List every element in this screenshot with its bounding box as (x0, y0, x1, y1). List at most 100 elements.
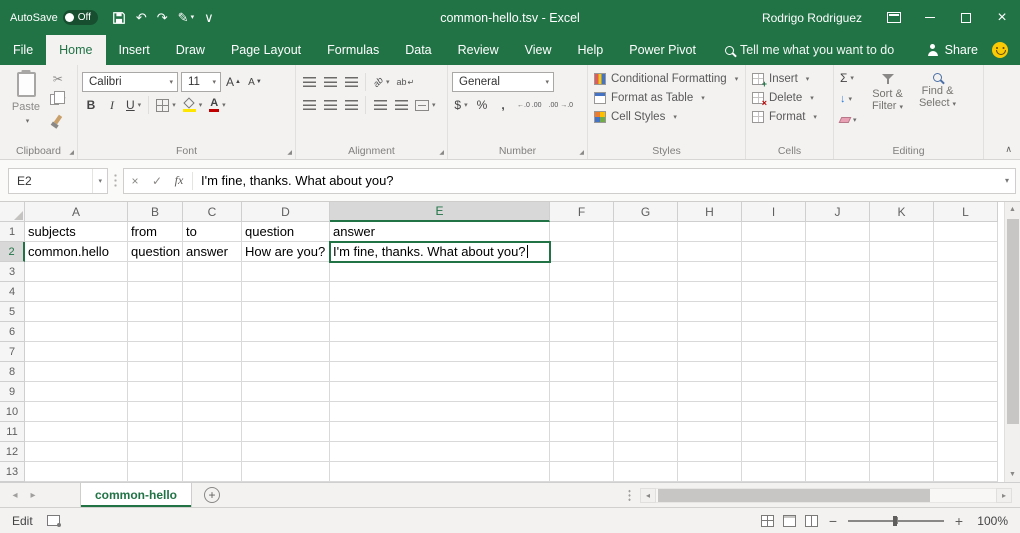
cell-F13[interactable] (550, 462, 614, 482)
autosum-button[interactable]: Σ (838, 69, 859, 86)
cell-I4[interactable] (742, 282, 806, 302)
cell-A9[interactable] (25, 382, 128, 402)
cell-K3[interactable] (870, 262, 934, 282)
autosave-toggle[interactable]: AutoSave Off (10, 10, 98, 25)
cell-I8[interactable] (742, 362, 806, 382)
maximize-button[interactable] (948, 0, 984, 35)
cell-F3[interactable] (550, 262, 614, 282)
cell-L12[interactable] (934, 442, 998, 462)
cell-D2[interactable]: How are you? (242, 242, 330, 262)
cell-D6[interactable] (242, 322, 330, 342)
customize-quick-access-button[interactable]: ∨ (204, 11, 214, 24)
row-header-13[interactable]: 13 (0, 462, 25, 482)
cell-C12[interactable] (183, 442, 242, 462)
italic-button[interactable]: I (103, 95, 121, 115)
cell-J12[interactable] (806, 442, 870, 462)
cell-H10[interactable] (678, 402, 742, 422)
cell-A11[interactable] (25, 422, 128, 442)
conditional-formatting-button[interactable]: Conditional Formatting (592, 69, 741, 88)
format-painter-button[interactable] (48, 111, 68, 127)
font-dialog-launcher[interactable]: ◢ (287, 150, 292, 156)
cell-C13[interactable] (183, 462, 242, 482)
tab-draw[interactable]: Draw (163, 35, 218, 65)
cell-B4[interactable] (128, 282, 183, 302)
horizontal-scroll-track[interactable] (656, 488, 996, 503)
cell-C8[interactable] (183, 362, 242, 382)
row-header-5[interactable]: 5 (0, 302, 25, 322)
column-header-K[interactable]: K (870, 202, 934, 222)
underline-button[interactable]: U (124, 95, 143, 115)
cell-A8[interactable] (25, 362, 128, 382)
cell-E5[interactable] (330, 302, 550, 322)
cell-A10[interactable] (25, 402, 128, 422)
row-header-4[interactable]: 4 (0, 282, 25, 302)
tab-insert[interactable]: Insert (106, 35, 163, 65)
number-format-select[interactable]: General (452, 72, 554, 92)
cell-B6[interactable] (128, 322, 183, 342)
decrease-font-size-button[interactable]: A▼ (246, 72, 264, 92)
cell-L6[interactable] (934, 322, 998, 342)
formula-input[interactable]: I'm fine, thanks. What about you? ▾ (195, 173, 1015, 188)
cell-G3[interactable] (614, 262, 678, 282)
cell-B8[interactable] (128, 362, 183, 382)
cell-I7[interactable] (742, 342, 806, 362)
cell-J8[interactable] (806, 362, 870, 382)
cell-F7[interactable] (550, 342, 614, 362)
cell-J11[interactable] (806, 422, 870, 442)
format-cells-button[interactable]: Format (750, 107, 829, 126)
fill-color-button[interactable] (181, 95, 205, 115)
cell-C7[interactable] (183, 342, 242, 362)
cell-E9[interactable] (330, 382, 550, 402)
cell-A7[interactable] (25, 342, 128, 362)
cell-H9[interactable] (678, 382, 742, 402)
cell-L9[interactable] (934, 382, 998, 402)
format-as-table-button[interactable]: Format as Table (592, 88, 741, 107)
tab-power-pivot[interactable]: Power Pivot (616, 35, 709, 65)
name-box[interactable]: E2 ▾ (8, 168, 108, 194)
cancel-button[interactable]: × (124, 169, 146, 193)
row-header-1[interactable]: 1 (0, 222, 25, 242)
cell-styles-button[interactable]: Cell Styles (592, 107, 741, 126)
cell-F1[interactable] (550, 222, 614, 242)
cell-C9[interactable] (183, 382, 242, 402)
cell-C10[interactable] (183, 402, 242, 422)
cell-G10[interactable] (614, 402, 678, 422)
cell-D12[interactable] (242, 442, 330, 462)
cell-K11[interactable] (870, 422, 934, 442)
cell-D3[interactable] (242, 262, 330, 282)
horizontal-scrollbar[interactable]: ◂ ▸ (640, 488, 1012, 503)
cell-B5[interactable] (128, 302, 183, 322)
cell-E7[interactable] (330, 342, 550, 362)
cell-J7[interactable] (806, 342, 870, 362)
cell-L13[interactable] (934, 462, 998, 482)
font-color-button[interactable]: A (207, 95, 227, 115)
cell-D4[interactable] (242, 282, 330, 302)
decrease-indent-button[interactable] (371, 95, 389, 115)
zoom-level[interactable]: 100% (974, 514, 1008, 528)
align-left-button[interactable] (300, 95, 318, 115)
cell-L7[interactable] (934, 342, 998, 362)
cell-J4[interactable] (806, 282, 870, 302)
bottom-align-button[interactable] (342, 72, 360, 92)
cell-K7[interactable] (870, 342, 934, 362)
clipboard-dialog-launcher[interactable]: ◢ (69, 150, 74, 156)
cell-E12[interactable] (330, 442, 550, 462)
cell-B9[interactable] (128, 382, 183, 402)
cell-B11[interactable] (128, 422, 183, 442)
cell-E2[interactable]: I'm fine, thanks. What about you? (330, 242, 550, 262)
cell-B7[interactable] (128, 342, 183, 362)
ribbon-display-options-button[interactable] (876, 0, 912, 35)
new-sheet-button[interactable]: + (204, 487, 220, 503)
font-size-select[interactable]: 11 (181, 72, 221, 92)
increase-font-size-button[interactable]: A▲ (224, 72, 243, 92)
cell-G12[interactable] (614, 442, 678, 462)
cell-F10[interactable] (550, 402, 614, 422)
cell-L8[interactable] (934, 362, 998, 382)
scroll-up-icon[interactable]: ▲ (1005, 202, 1020, 217)
cell-H3[interactable] (678, 262, 742, 282)
tab-help[interactable]: Help (565, 35, 617, 65)
cell-F8[interactable] (550, 362, 614, 382)
find-select-button[interactable]: Find & Select (913, 69, 963, 128)
cell-F11[interactable] (550, 422, 614, 442)
tab-page-layout[interactable]: Page Layout (218, 35, 314, 65)
